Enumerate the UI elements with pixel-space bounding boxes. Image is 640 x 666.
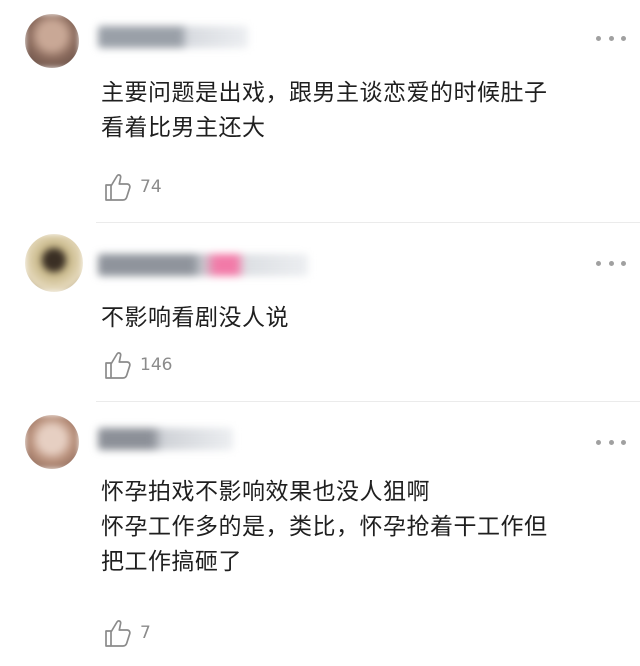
like-button[interactable]: 74: [104, 172, 162, 202]
like-button[interactable]: 146: [104, 350, 172, 380]
username[interactable]: [98, 428, 233, 450]
more-options-button[interactable]: [596, 437, 626, 447]
username[interactable]: [98, 254, 308, 276]
comment-text: 主要问题是出戏，跟男主谈恋爱的时候肚子 看着比男主还大: [101, 80, 548, 141]
username[interactable]: [98, 26, 248, 48]
avatar[interactable]: [25, 415, 79, 469]
more-options-button[interactable]: [596, 33, 626, 43]
comment-text: 怀孕拍戏不影响效果也没人狙啊 怀孕工作多的是，类比，怀孕抢着干工作但 把工作搞砸…: [101, 479, 548, 575]
like-button[interactable]: 7: [104, 618, 151, 648]
more-dots-icon: [596, 260, 601, 266]
thumbs-up-icon: [105, 620, 131, 647]
like-count: 74: [140, 177, 162, 197]
comment-item: 主要问题是出戏，跟男主谈恋爱的时候肚子 看着比男主还大 74: [0, 0, 640, 222]
comment-item: 怀孕拍戏不影响效果也没人狙啊 怀孕工作多的是，类比，怀孕抢着干工作但 把工作搞砸…: [0, 402, 640, 666]
more-options-button[interactable]: [596, 258, 626, 268]
thumbs-up-icon: [105, 174, 131, 201]
thumbs-up-icon: [105, 352, 131, 379]
like-count: 7: [140, 623, 151, 643]
avatar[interactable]: [25, 234, 83, 292]
more-dots-icon: [596, 35, 601, 41]
more-dots-icon: [596, 439, 601, 445]
comment-item: 不影响看剧没人说 146: [0, 223, 640, 401]
avatar[interactable]: [25, 14, 79, 68]
comment-text: 不影响看剧没人说: [101, 305, 289, 331]
like-count: 146: [140, 355, 173, 375]
